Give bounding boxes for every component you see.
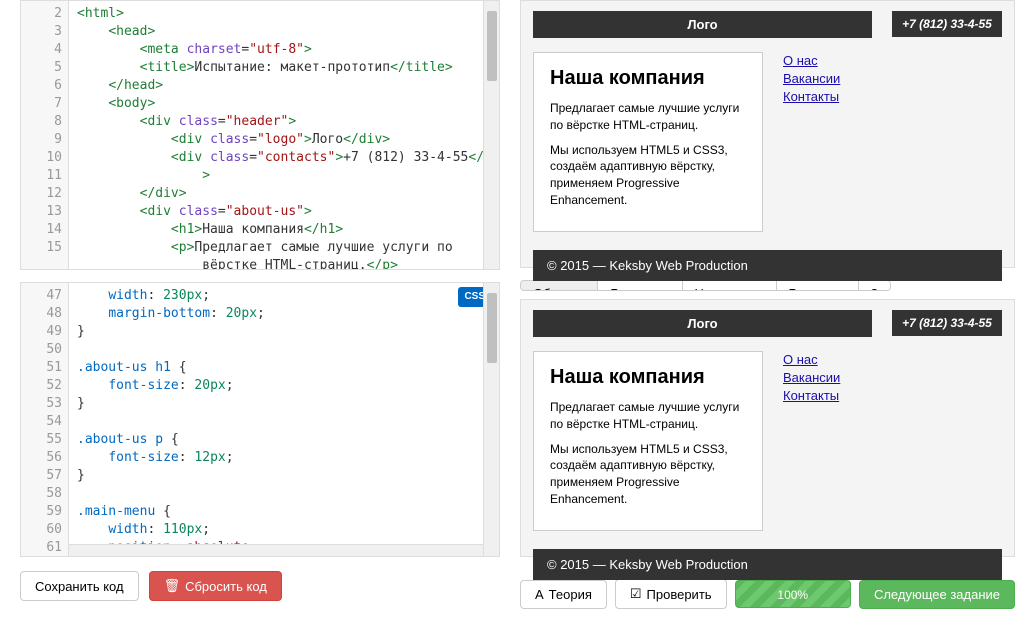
preview-menu-link[interactable]: О нас <box>783 52 893 70</box>
preview-menu-link[interactable]: Контакты <box>783 88 893 106</box>
check-button[interactable]: ☑ Проверить <box>615 579 727 609</box>
check-label: Проверить <box>647 587 712 602</box>
theory-label: Теория <box>549 587 592 602</box>
result-preview: Лого +7 (812) 33-4-55 Наша компания Пред… <box>520 0 1015 268</box>
font-icon: A <box>535 587 544 602</box>
preview-menu-link[interactable]: О нас <box>783 351 893 369</box>
preview-menu: О насВакансииКонтакты <box>783 52 893 107</box>
theory-button[interactable]: A Теория <box>520 580 607 609</box>
preview-about-p2: Мы используем HTML5 и CSS3, создаём адап… <box>550 142 746 209</box>
reference-preview: Лого +7 (812) 33-4-55 Наша компания Пред… <box>520 299 1015 557</box>
preview-contacts: +7 (812) 33-4-55 <box>892 11 1002 37</box>
html-code[interactable]: <html> <head> <meta charset="utf-8"> <ti… <box>69 1 499 270</box>
preview-footer: © 2015 — Keksby Web Production <box>533 250 1002 281</box>
scrollbar-icon[interactable] <box>69 544 483 556</box>
css-editor[interactable]: CSS 474849505152535455565758596061626364… <box>20 282 500 557</box>
tab-3[interactable]: Различия <box>777 281 859 291</box>
progress-bar: 100% <box>735 580 851 608</box>
scrollbar-icon[interactable] <box>483 1 499 269</box>
preview-about-p2: Мы используем HTML5 и CSS3, создаём адап… <box>550 441 746 508</box>
tab-0[interactable]: Образец <box>521 281 598 291</box>
reset-code-button[interactable]: 🗑 Сбросить код <box>149 571 282 601</box>
tab-1[interactable]: Результат <box>598 281 682 291</box>
trash-icon: 🗑 <box>164 578 181 594</box>
reset-label: Сбросить код <box>185 579 267 594</box>
preview-menu-link[interactable]: Контакты <box>783 387 893 405</box>
html-editor[interactable]: 23456789101112131415 <html> <head> <meta… <box>20 0 500 270</box>
tab-2[interactable]: Наложение <box>683 281 777 291</box>
html-gutter: 23456789101112131415 <box>21 1 69 269</box>
preview-about-p1: Предлагает самые лучшие услуги по вёрстк… <box>550 100 746 134</box>
preview-menu-link[interactable]: Вакансии <box>783 70 893 88</box>
preview-tabs: ОбразецРезультатНаложениеРазличия? <box>520 280 891 291</box>
css-code[interactable]: width: 230px; margin-bottom: 20px;} .abo… <box>69 283 499 557</box>
preview-logo: Лого <box>533 310 872 337</box>
preview-logo: Лого <box>533 11 872 38</box>
preview-about: Наша компания Предлагает самые лучшие ус… <box>533 351 763 531</box>
preview-about-p1: Предлагает самые лучшие услуги по вёрстк… <box>550 399 746 433</box>
preview-about: Наша компания Предлагает самые лучшие ус… <box>533 52 763 232</box>
preview-about-title: Наша компания <box>550 67 746 90</box>
save-code-button[interactable]: Сохранить код <box>20 571 139 601</box>
next-task-button[interactable]: Следующее задание <box>859 580 1015 609</box>
preview-footer: © 2015 — Keksby Web Production <box>533 549 1002 580</box>
preview-contacts: +7 (812) 33-4-55 <box>892 310 1002 336</box>
check-icon: ☑ <box>630 586 642 602</box>
scrollbar-icon[interactable] <box>483 283 499 556</box>
preview-menu: О насВакансииКонтакты <box>783 351 893 406</box>
preview-about-title: Наша компания <box>550 366 746 389</box>
tab-4[interactable]: ? <box>859 281 890 291</box>
preview-menu-link[interactable]: Вакансии <box>783 369 893 387</box>
css-gutter: 47484950515253545556575859606162636465 <box>21 283 69 556</box>
